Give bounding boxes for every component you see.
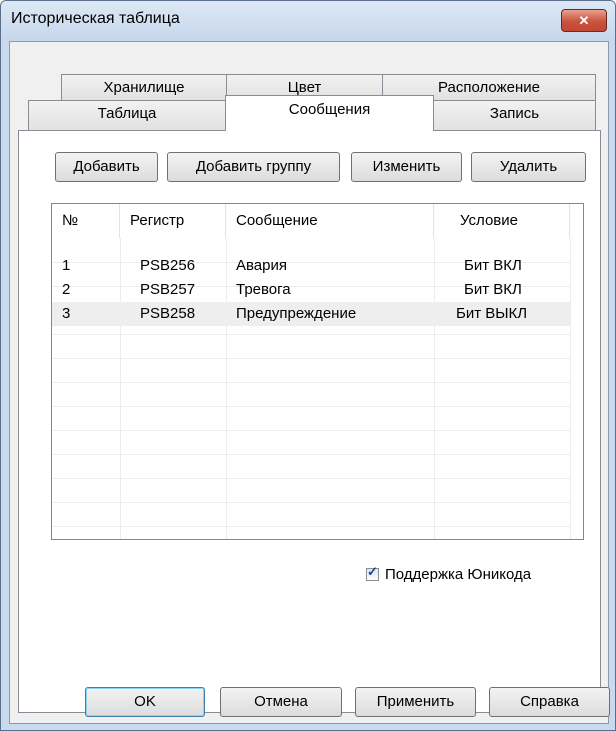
column-header-number[interactable]: № bbox=[52, 204, 120, 238]
apply-button-label: Применить bbox=[376, 693, 455, 710]
apply-button[interactable]: Применить bbox=[355, 687, 476, 717]
grid-line bbox=[52, 430, 570, 431]
add-button-label: Добавить bbox=[73, 158, 140, 175]
edit-button[interactable]: Изменить bbox=[351, 152, 462, 182]
tab-storage[interactable]: Хранилище bbox=[61, 74, 227, 100]
cancel-button-label: Отмена bbox=[254, 693, 308, 710]
grid-line bbox=[52, 478, 570, 479]
column-header-register[interactable]: Регистр bbox=[120, 204, 226, 238]
table-row-selected[interactable]: 3 PSB258 Предупреждение Бит ВЫКЛ bbox=[52, 302, 570, 326]
cell-number: 1 bbox=[62, 257, 71, 274]
unicode-support-label[interactable]: Поддержка Юникода bbox=[385, 566, 531, 583]
tab-table[interactable]: Таблица bbox=[28, 100, 226, 131]
title-bar[interactable]: Историческая таблица ✕ bbox=[1, 1, 615, 41]
close-button[interactable]: ✕ bbox=[561, 9, 607, 32]
dialog-window: Историческая таблица ✕ Хранилище Цвет Ра… bbox=[0, 0, 616, 731]
grid-line bbox=[52, 334, 570, 335]
table-row[interactable]: 2 PSB257 Тревога Бит ВКЛ bbox=[52, 278, 570, 302]
grid-line bbox=[52, 502, 570, 503]
cell-condition: Бит ВКЛ bbox=[464, 281, 522, 298]
cell-register: PSB256 bbox=[140, 257, 196, 274]
tab-record-label: Запись bbox=[489, 105, 540, 122]
delete-button-label: Удалить bbox=[499, 158, 558, 175]
grid-line bbox=[570, 238, 571, 539]
tab-table-label: Таблица bbox=[97, 105, 157, 122]
tab-storage-label: Хранилище bbox=[103, 79, 185, 96]
grid-line bbox=[52, 454, 570, 455]
ok-button-label: OK bbox=[134, 693, 156, 710]
edit-button-label: Изменить bbox=[372, 158, 441, 175]
cell-message: Тревога bbox=[236, 281, 291, 298]
cell-register: PSB258 bbox=[140, 305, 196, 322]
tab-messages-label: Сообщения bbox=[288, 101, 371, 118]
column-header-message[interactable]: Сообщение bbox=[226, 204, 434, 238]
close-icon: ✕ bbox=[578, 13, 590, 28]
cell-register: PSB257 bbox=[140, 281, 196, 298]
help-button-label: Справка bbox=[520, 693, 579, 710]
add-group-button[interactable]: Добавить группу bbox=[167, 152, 340, 182]
tab-messages[interactable]: Сообщения bbox=[225, 95, 434, 131]
cell-condition: Бит ВКЛ bbox=[464, 257, 522, 274]
cancel-button[interactable]: Отмена bbox=[220, 687, 342, 717]
cell-message: Предупреждение bbox=[236, 305, 357, 322]
checkmark-icon: ✓ bbox=[367, 564, 378, 579]
tab-record[interactable]: Запись bbox=[433, 100, 596, 131]
grid-line bbox=[52, 406, 570, 407]
help-button[interactable]: Справка bbox=[489, 687, 610, 717]
tab-color-label: Цвет bbox=[287, 79, 322, 96]
messages-list[interactable]: № Регистр Сообщение Условие 1 PSB256 Ава… bbox=[51, 203, 584, 540]
cell-number: 3 bbox=[62, 305, 71, 322]
table-row[interactable]: 1 PSB256 Авария Бит ВКЛ bbox=[52, 254, 570, 278]
tab-layout-label: Расположение bbox=[438, 79, 540, 96]
grid-line bbox=[52, 526, 570, 527]
list-header: № Регистр Сообщение Условие bbox=[52, 204, 583, 238]
add-group-button-label: Добавить группу bbox=[195, 158, 312, 175]
ok-button[interactable]: OK bbox=[85, 687, 205, 717]
grid-line bbox=[52, 358, 570, 359]
delete-button[interactable]: Удалить bbox=[471, 152, 586, 182]
window-title: Историческая таблица bbox=[11, 10, 180, 27]
cell-number: 2 bbox=[62, 281, 71, 298]
add-button[interactable]: Добавить bbox=[55, 152, 158, 182]
cell-condition: Бит ВЫКЛ bbox=[456, 305, 528, 322]
column-header-condition[interactable]: Условие bbox=[434, 204, 570, 238]
grid-line bbox=[52, 382, 570, 383]
cell-message: Авария bbox=[236, 257, 287, 274]
